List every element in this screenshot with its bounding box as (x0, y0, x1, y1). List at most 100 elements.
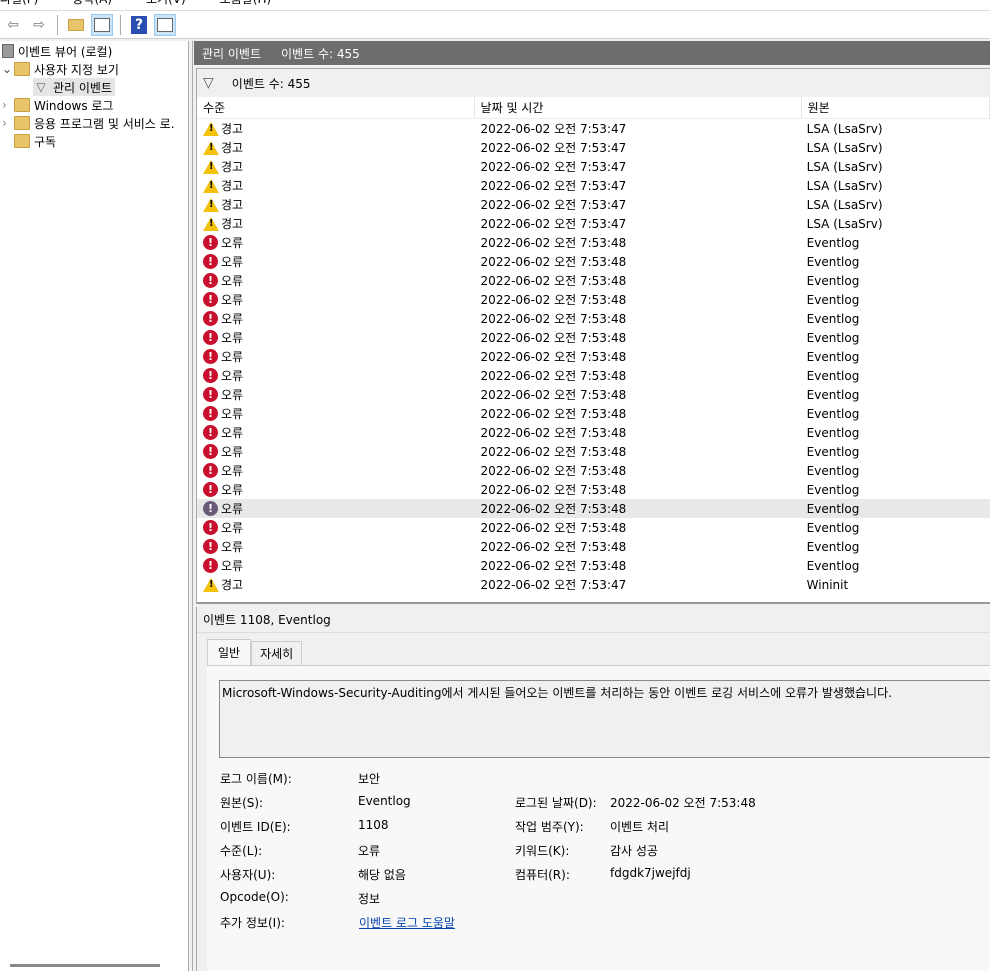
level-text: 오류 (221, 407, 244, 421)
error-icon: ! (203, 368, 218, 383)
event-log-help-link[interactable]: 이벤트 로그 도움말 (359, 914, 455, 931)
level-text: 오류 (221, 255, 244, 269)
level-text: 오류 (221, 312, 244, 326)
table-row[interactable]: 경고 2022-06-02 오전 7:53:47 Wininit (197, 575, 990, 594)
cell-datetime: 2022-06-02 오전 7:53:48 (480, 521, 627, 535)
warning-icon (203, 140, 219, 155)
tree-admin-events[interactable]: ▽ 관리 이벤트 (33, 78, 116, 96)
cell-source: Wininit (806, 577, 849, 592)
table-row[interactable]: ! 오류 2022-06-02 오전 7:53:48 Eventlog (197, 366, 990, 385)
chevron-right-icon[interactable]: › (2, 98, 14, 112)
column-header-datetime[interactable]: 날짜 및 시간 (475, 97, 802, 118)
tab-details[interactable]: 자세히 (251, 641, 303, 665)
table-row[interactable]: 경고 2022-06-02 오전 7:53:47 LSA (LsaSrv) (197, 214, 990, 233)
tree-event-viewer-local[interactable]: 이벤트 뷰어 (로컬) (2, 42, 112, 60)
tree-label: 사용자 지정 보기 (34, 62, 119, 77)
table-row[interactable]: 경고 2022-06-02 오전 7:53:47 LSA (LsaSrv) (197, 119, 990, 138)
cell-level: 경고 (197, 576, 475, 593)
level-text: 경고 (221, 578, 244, 592)
level-text: 오류 (221, 483, 244, 497)
error-icon: ! (203, 387, 218, 402)
back-arrow-icon[interactable]: ⇦ (2, 14, 24, 36)
error-icon: ! (203, 463, 218, 478)
menu-help[interactable]: 도움말(H) (220, 0, 272, 10)
tree-subscriptions[interactable]: 구독 (14, 132, 56, 150)
table-row[interactable]: ! 오류 2022-06-02 오전 7:53:48 Eventlog (197, 461, 990, 480)
cell-source: Eventlog (806, 349, 860, 364)
error-icon: ! (203, 482, 218, 497)
cell-datetime: 2022-06-02 오전 7:53:48 (480, 236, 627, 250)
show-hide-console-tree-icon[interactable] (91, 13, 113, 36)
table-row[interactable]: ! 오류 2022-06-02 오전 7:53:48 Eventlog (197, 537, 990, 556)
level-text: 경고 (221, 179, 244, 193)
cell-level: ! 오류 (197, 424, 475, 441)
show-hide-action-pane-icon[interactable] (154, 13, 176, 36)
table-row[interactable]: ! 오류 2022-06-02 오전 7:53:48 Eventlog (197, 442, 990, 461)
table-row[interactable]: 경고 2022-06-02 오전 7:53:47 LSA (LsaSrv) (197, 138, 990, 157)
tree-label: 응용 프로그램 및 서비스 로. (34, 116, 175, 131)
cell-datetime: 2022-06-02 오전 7:53:47 (480, 578, 627, 592)
chevron-right-icon[interactable]: › (2, 116, 14, 130)
table-row[interactable]: 경고 2022-06-02 오전 7:53:47 LSA (LsaSrv) (197, 195, 990, 214)
table-row[interactable]: ! 오류 2022-06-02 오전 7:53:48 Eventlog (197, 309, 990, 328)
menu-file[interactable]: 파일(F) (0, 0, 38, 10)
table-row[interactable]: ! 오류 2022-06-02 오전 7:53:48 Eventlog (197, 556, 990, 575)
table-row[interactable]: ! 오류 2022-06-02 오전 7:53:48 Eventlog (197, 423, 990, 442)
tree-app-service-logs[interactable]: › 응용 프로그램 및 서비스 로. (2, 114, 175, 132)
pane-title: 관리 이벤트 (202, 46, 262, 61)
chevron-down-icon[interactable]: ⌄ (2, 62, 14, 76)
table-row[interactable]: ! 오류 2022-06-02 오전 7:53:48 Eventlog (197, 328, 990, 347)
menu-view[interactable]: 보기(V) (146, 0, 186, 10)
table-row[interactable]: ! 오류 2022-06-02 오전 7:53:48 Eventlog (197, 290, 990, 309)
cell-datetime: 2022-06-02 오전 7:53:47 (480, 160, 627, 174)
forward-arrow-icon[interactable]: ⇨ (28, 14, 50, 36)
tree-custom-views[interactable]: ⌄ 사용자 지정 보기 (2, 60, 119, 78)
field-value: 해당 없음 (358, 868, 406, 882)
cell-source: Eventlog (806, 463, 860, 478)
level-text: 오류 (221, 445, 244, 459)
cell-datetime: 2022-06-02 오전 7:53:47 (480, 179, 627, 193)
column-header-level[interactable]: 수준 (197, 97, 475, 118)
cell-source: Eventlog (806, 501, 860, 516)
field-value: 이벤트 처리 (610, 820, 670, 834)
cell-level: ! 오류 (197, 500, 475, 517)
tree-windows-logs[interactable]: › Windows 로그 (2, 96, 113, 114)
table-row[interactable]: ! 오류 2022-06-02 오전 7:53:48 Eventlog (197, 480, 990, 499)
cell-level: ! 오류 (197, 557, 475, 574)
table-row[interactable]: ! 오류 2022-06-02 오전 7:53:48 Eventlog (197, 252, 990, 271)
error-icon: ! (203, 330, 218, 345)
cell-level: ! 오류 (197, 310, 475, 327)
column-header-source[interactable]: 원본 (802, 97, 990, 118)
table-row[interactable]: ! 오류 2022-06-02 오전 7:53:48 Eventlog (197, 404, 990, 423)
table-row[interactable]: ! 오류 2022-06-02 오전 7:53:48 Eventlog (197, 385, 990, 404)
filter-bar: ▽ 이벤트 수: 455 (196, 68, 990, 97)
table-row[interactable]: ! 오류 2022-06-02 오전 7:53:48 Eventlog (197, 233, 990, 252)
event-description[interactable]: Microsoft-Windows-Security-Auditing에서 게시… (219, 680, 990, 758)
cell-level: 경고 (197, 177, 475, 194)
table-row[interactable]: ! 오류 2022-06-02 오전 7:53:48 Eventlog (197, 499, 990, 518)
up-folder-icon[interactable] (65, 14, 87, 36)
horizontal-scrollbar[interactable] (10, 964, 160, 967)
table-row[interactable]: ! 오류 2022-06-02 오전 7:53:48 Eventlog (197, 347, 990, 366)
filter-icon: ▽ (203, 75, 214, 91)
table-row[interactable]: 경고 2022-06-02 오전 7:53:47 LSA (LsaSrv) (197, 157, 990, 176)
warning-icon (203, 178, 219, 193)
menu-action[interactable]: 동작(A) (72, 0, 112, 10)
cell-datetime: 2022-06-02 오전 7:53:48 (480, 293, 627, 307)
field-label: 키워드(K): (515, 844, 570, 858)
error-icon: ! (203, 539, 218, 554)
cell-datetime: 2022-06-02 오전 7:53:48 (480, 559, 627, 573)
table-row[interactable]: ! 오류 2022-06-02 오전 7:53:48 Eventlog (197, 518, 990, 537)
level-text: 오류 (221, 293, 244, 307)
cell-source: Eventlog (806, 406, 860, 421)
pane-splitter[interactable] (189, 41, 193, 971)
tab-general[interactable]: 일반 (207, 639, 252, 665)
error-icon: ! (203, 235, 218, 250)
error-icon: ! (203, 349, 218, 364)
cell-source: Eventlog (806, 292, 860, 307)
cell-source: LSA (LsaSrv) (806, 140, 883, 155)
table-row[interactable]: ! 오류 2022-06-02 오전 7:53:48 Eventlog (197, 271, 990, 290)
help-icon[interactable]: ? (128, 14, 150, 36)
error-icon: ! (203, 311, 218, 326)
table-row[interactable]: 경고 2022-06-02 오전 7:53:47 LSA (LsaSrv) (197, 176, 990, 195)
